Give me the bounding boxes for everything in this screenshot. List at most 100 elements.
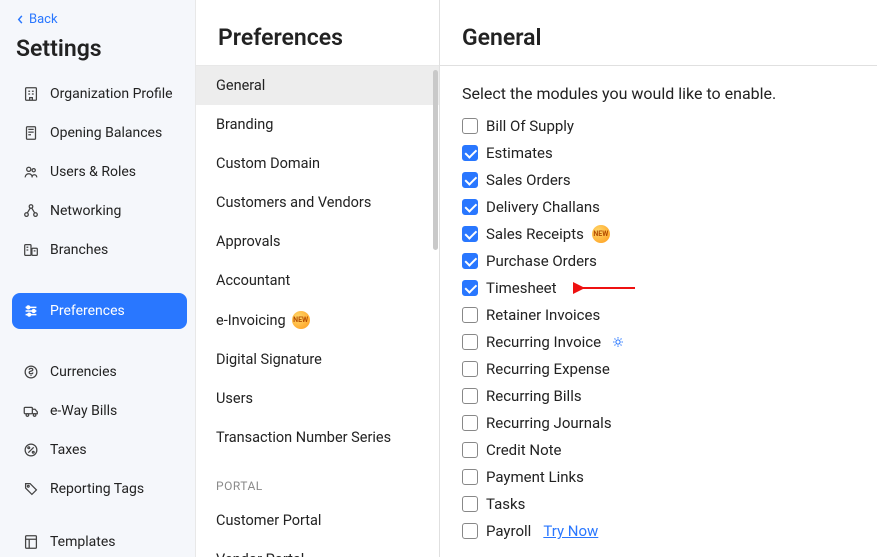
module-row: Retainer Invoices xyxy=(462,306,855,324)
module-checkbox[interactable] xyxy=(462,361,478,377)
nav-item-opening-balances[interactable]: Opening Balances xyxy=(12,115,187,151)
pref-item-customer-portal[interactable]: Customer Portal xyxy=(196,501,439,540)
module-row: Timesheet xyxy=(462,279,855,297)
sliders-icon xyxy=(22,302,40,320)
template-icon xyxy=(22,533,40,551)
nav-item-label: Preferences xyxy=(50,303,125,319)
pref-item-label: Customer Portal xyxy=(216,512,321,529)
nav-item-eway-bills[interactable]: e-Way Bills xyxy=(12,393,187,429)
module-label: Recurring Invoice xyxy=(486,333,601,351)
try-now-link[interactable]: Try Now xyxy=(543,522,598,540)
pref-item-label: Customers and Vendors xyxy=(216,194,371,211)
module-row: Credit Note xyxy=(462,441,855,459)
nav-item-label: Branches xyxy=(50,242,108,258)
module-checkbox[interactable] xyxy=(462,118,478,134)
nav-item-label: Templates xyxy=(50,534,116,550)
module-label: Payment Links xyxy=(486,468,584,486)
module-label: Estimates xyxy=(486,144,553,162)
new-badge-icon: NEW xyxy=(292,311,310,329)
module-checkbox[interactable] xyxy=(462,307,478,323)
nav-item-reporting-tags[interactable]: Reporting Tags xyxy=(12,471,187,507)
module-label: Payroll xyxy=(486,522,531,540)
pref-item-label: General xyxy=(216,77,265,94)
module-label: Recurring Journals xyxy=(486,414,612,432)
pref-item-customers-vendors[interactable]: Customers and Vendors xyxy=(196,183,439,222)
preferences-list: General Branding Custom Domain Customers… xyxy=(196,65,439,557)
pref-item-label: Digital Signature xyxy=(216,351,322,368)
module-checkbox[interactable] xyxy=(462,415,478,431)
module-checkbox[interactable] xyxy=(462,388,478,404)
pref-item-label: Transaction Number Series xyxy=(216,429,391,446)
pref-item-general[interactable]: General xyxy=(196,66,439,105)
scale-icon xyxy=(22,124,40,142)
module-checkbox[interactable] xyxy=(462,253,478,269)
preferences-title: Preferences xyxy=(196,0,439,65)
nav-item-label: Networking xyxy=(50,203,121,219)
back-link[interactable]: Back xyxy=(16,12,58,27)
nav-item-networking[interactable]: Networking xyxy=(12,193,187,229)
module-row: Purchase Orders xyxy=(462,252,855,270)
pref-item-label: Approvals xyxy=(216,233,281,250)
nav-item-currencies[interactable]: Currencies xyxy=(12,354,187,390)
module-checkbox[interactable] xyxy=(462,199,478,215)
module-row: Sales Orders xyxy=(462,171,855,189)
module-checkbox[interactable] xyxy=(462,145,478,161)
nav-item-branches[interactable]: Branches xyxy=(12,232,187,268)
pref-item-label: Accountant xyxy=(216,272,290,289)
module-row: Payroll Try Now xyxy=(462,522,855,540)
pref-item-custom-domain[interactable]: Custom Domain xyxy=(196,144,439,183)
nav-item-label: Users & Roles xyxy=(50,164,136,180)
network-icon xyxy=(22,202,40,220)
module-checkbox[interactable] xyxy=(462,172,478,188)
module-checkbox[interactable] xyxy=(462,469,478,485)
pref-item-label: Users xyxy=(216,390,253,407)
module-checkbox[interactable] xyxy=(462,226,478,242)
nav-item-label: Taxes xyxy=(50,442,87,458)
preferences-column: Preferences General Branding Custom Doma… xyxy=(196,0,440,557)
pref-item-users[interactable]: Users xyxy=(196,379,439,418)
users-icon xyxy=(22,163,40,181)
detail-title: General xyxy=(440,0,877,66)
scrollbar-thumb[interactable] xyxy=(433,70,438,250)
new-badge-icon: NEW xyxy=(592,225,610,243)
nav-item-label: Opening Balances xyxy=(50,125,162,141)
module-label: Bill Of Supply xyxy=(486,117,574,135)
nav-item-organization-profile[interactable]: Organization Profile xyxy=(12,76,187,112)
gear-icon[interactable] xyxy=(611,335,625,349)
module-checkbox[interactable] xyxy=(462,442,478,458)
module-label: Retainer Invoices xyxy=(486,306,600,324)
nav-item-taxes[interactable]: Taxes xyxy=(12,432,187,468)
nav-item-preferences[interactable]: Preferences xyxy=(12,293,187,329)
module-row: Delivery Challans xyxy=(462,198,855,216)
module-label: Tasks xyxy=(486,495,525,513)
detail-lead: Select the modules you would like to ena… xyxy=(462,84,855,103)
module-checkbox[interactable] xyxy=(462,334,478,350)
nav-item-label: e-Way Bills xyxy=(50,403,117,419)
nav-item-templates[interactable]: Templates xyxy=(12,524,187,560)
detail-column: General Select the modules you would lik… xyxy=(440,0,877,557)
back-label: Back xyxy=(29,12,58,27)
pref-item-label: Custom Domain xyxy=(216,155,320,172)
module-label: Sales Receipts xyxy=(486,225,584,243)
pref-item-digital-signature[interactable]: Digital Signature xyxy=(196,340,439,379)
settings-title: Settings xyxy=(16,35,187,62)
truck-icon xyxy=(22,402,40,420)
pref-item-approvals[interactable]: Approvals xyxy=(196,222,439,261)
module-checkbox[interactable] xyxy=(462,496,478,512)
pref-item-accountant[interactable]: Accountant xyxy=(196,261,439,300)
nav-item-users-roles[interactable]: Users & Roles xyxy=(12,154,187,190)
module-checkbox[interactable] xyxy=(462,280,478,296)
pref-item-transaction-number-series[interactable]: Transaction Number Series xyxy=(196,418,439,457)
pref-item-vendor-portal[interactable]: Vendor Portal xyxy=(196,540,439,557)
module-row: Recurring Journals xyxy=(462,414,855,432)
module-label: Credit Note xyxy=(486,441,562,459)
currency-icon xyxy=(22,363,40,381)
annotation-arrow-icon xyxy=(577,282,637,294)
pref-item-e-invoicing[interactable]: e-Invoicing NEW xyxy=(196,300,439,340)
module-label: Timesheet xyxy=(486,279,557,297)
module-label: Recurring Bills xyxy=(486,387,582,405)
module-row: Sales Receipts NEW xyxy=(462,225,855,243)
module-row: Payment Links xyxy=(462,468,855,486)
module-checkbox[interactable] xyxy=(462,523,478,539)
pref-item-branding[interactable]: Branding xyxy=(196,105,439,144)
